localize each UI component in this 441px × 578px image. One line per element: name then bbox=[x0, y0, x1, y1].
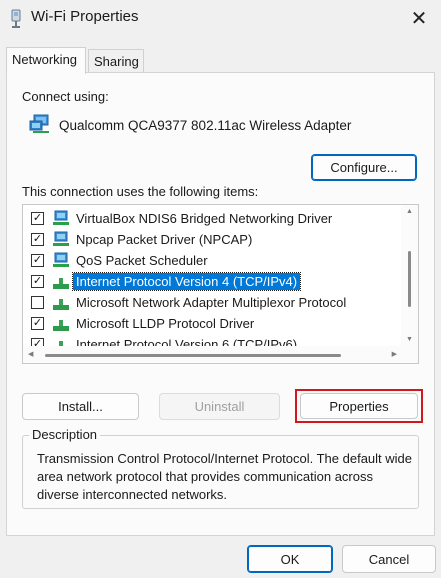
configure-button[interactable]: Configure... bbox=[311, 154, 417, 181]
item-checkbox[interactable]: ✓ bbox=[31, 275, 44, 288]
description-text: Transmission Control Protocol/Internet P… bbox=[37, 451, 413, 502]
item-label: Internet Protocol Version 4 (TCP/IPv4) bbox=[71, 272, 302, 291]
item-label: Npcap Packet Driver (NPCAP) bbox=[76, 232, 253, 247]
item-label: Microsoft LLDP Protocol Driver bbox=[76, 316, 255, 331]
ok-button[interactable]: OK bbox=[247, 545, 333, 573]
close-button[interactable]: ✕ bbox=[397, 0, 441, 36]
items-label: This connection uses the following items… bbox=[22, 184, 259, 199]
scroll-left-icon[interactable]: ◀ bbox=[28, 350, 33, 358]
adapter-name: Qualcomm QCA9377 802.11ac Wireless Adapt… bbox=[59, 118, 352, 133]
list-item-selected[interactable]: ✓ Internet Protocol Version 4 (TCP/IPv4) bbox=[23, 271, 401, 292]
protocol-icon bbox=[53, 278, 69, 289]
network-service-icon bbox=[53, 210, 69, 225]
title-bar: Wi-Fi Properties ✕ bbox=[0, 0, 441, 36]
list-item[interactable]: ✓ Microsoft LLDP Protocol Driver bbox=[23, 313, 401, 334]
item-checkbox[interactable]: ✓ bbox=[31, 212, 44, 225]
protocol-icon bbox=[53, 299, 69, 310]
protocol-icon bbox=[53, 320, 69, 331]
list-item[interactable]: ✓ Npcap Packet Driver (NPCAP) bbox=[23, 229, 401, 250]
description-title: Description bbox=[29, 427, 101, 442]
item-label: Microsoft Network Adapter Multiplexor Pr… bbox=[76, 295, 347, 310]
item-checkbox[interactable]: ✓ bbox=[31, 233, 44, 246]
list-item[interactable]: ✓ VirtualBox NDIS6 Bridged Networking Dr… bbox=[23, 208, 401, 229]
item-label: QoS Packet Scheduler bbox=[76, 253, 208, 268]
close-icon: ✕ bbox=[410, 7, 428, 30]
network-service-icon bbox=[53, 252, 69, 267]
wifi-properties-icon bbox=[11, 9, 21, 28]
vertical-scroll-thumb[interactable] bbox=[408, 251, 411, 307]
description-group: Description Transmission Control Protoco… bbox=[22, 427, 419, 509]
uninstall-button[interactable]: Uninstall bbox=[159, 393, 280, 420]
install-button[interactable]: Install... bbox=[22, 393, 139, 420]
network-service-icon bbox=[53, 231, 69, 246]
network-adapter-icon bbox=[29, 114, 49, 133]
items-listbox[interactable]: ✓ VirtualBox NDIS6 Bridged Networking Dr… bbox=[22, 204, 419, 364]
scroll-down-icon[interactable]: ▼ bbox=[406, 336, 413, 343]
tab-sharing[interactable]: Sharing bbox=[88, 49, 144, 73]
window-title: Wi-Fi Properties bbox=[31, 8, 139, 25]
tab-networking[interactable]: Networking bbox=[6, 47, 86, 74]
horizontal-scroll-thumb[interactable] bbox=[45, 354, 341, 357]
item-checkbox[interactable]: ✓ bbox=[31, 317, 44, 330]
item-checkbox[interactable] bbox=[31, 296, 44, 309]
list-item[interactable]: Microsoft Network Adapter Multiplexor Pr… bbox=[23, 292, 401, 313]
item-label: VirtualBox NDIS6 Bridged Networking Driv… bbox=[76, 211, 333, 226]
scroll-right-icon[interactable]: ▶ bbox=[392, 350, 397, 358]
connect-using-label: Connect using: bbox=[22, 89, 109, 104]
list-item[interactable]: ✓ QoS Packet Scheduler bbox=[23, 250, 401, 271]
scroll-up-icon[interactable]: ▲ bbox=[406, 208, 413, 215]
item-checkbox[interactable]: ✓ bbox=[31, 254, 44, 267]
cancel-button[interactable]: Cancel bbox=[342, 545, 436, 573]
horizontal-scrollbar[interactable]: ◀ ▶ bbox=[23, 346, 401, 363]
properties-button[interactable]: Properties bbox=[300, 393, 418, 419]
vertical-scrollbar[interactable]: ▲ ▼ bbox=[401, 205, 418, 363]
